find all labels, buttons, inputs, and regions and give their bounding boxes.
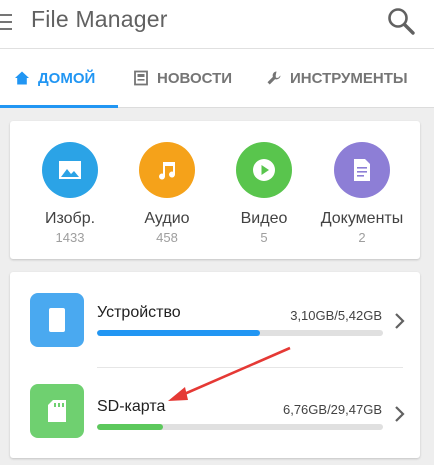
home-icon: [15, 71, 29, 85]
category-audio[interactable]: Аудио 458: [117, 121, 217, 245]
category-documents-label: Документы: [320, 210, 404, 227]
tab-news[interactable]: НОВОСТИ: [133, 49, 232, 107]
active-tab-indicator: [0, 105, 118, 108]
image-icon: [59, 161, 81, 179]
category-documents-circle: [334, 142, 390, 198]
news-icon: [134, 70, 148, 86]
storage-sd-card-name: SD-карта: [97, 398, 166, 415]
music-note-icon: [159, 162, 176, 180]
storage-sd-card[interactable]: SD-карта 6,76GB/29,47GB: [10, 368, 420, 458]
category-images-count: 1433: [55, 230, 85, 245]
tab-news-label: НОВОСТИ: [157, 69, 233, 87]
wrench-icon: [267, 71, 281, 85]
storage-device-bar: [97, 330, 383, 336]
category-images-label: Изобр.: [44, 210, 96, 227]
chevron-right-icon: [395, 313, 405, 329]
app-title: File Manager: [31, 6, 168, 32]
storage-sd-card-size: 6,76GB/29,47GB: [282, 402, 382, 417]
storage-device-name: Устройство: [97, 304, 181, 321]
storage-device[interactable]: Устройство 3,10GB/5,42GB: [10, 272, 420, 362]
tab-bar: ДОМОЙ НОВОСТИ ИНСТРУМЕНТЫ: [0, 49, 434, 108]
tab-home-label: ДОМОЙ: [38, 69, 96, 87]
sd-card-icon: [48, 400, 66, 422]
categories-card: Изобр. 1433 Аудио 458 Видео 5 Документы …: [10, 121, 420, 259]
storage-card: Устройство 3,10GB/5,42GB SD-карта 6,76GB…: [10, 272, 420, 458]
chevron-right-icon: [395, 406, 405, 422]
tab-tools[interactable]: ИНСТРУМЕНТЫ: [266, 49, 408, 107]
category-images-circle: [42, 142, 98, 198]
search-icon[interactable]: [386, 6, 416, 36]
storage-sd-card-bar-fill: [97, 424, 163, 430]
play-icon: [253, 159, 275, 181]
category-documents[interactable]: Документы 2: [312, 121, 412, 245]
phone-icon: [49, 308, 65, 332]
app-bar: File Manager: [0, 0, 434, 49]
category-video-count: 5: [260, 230, 268, 245]
storage-sd-card-tile: [30, 384, 84, 438]
storage-device-tile: [30, 293, 84, 347]
storage-device-size: 3,10GB/5,42GB: [290, 308, 382, 323]
category-audio-circle: [139, 142, 195, 198]
tab-home[interactable]: ДОМОЙ: [14, 49, 95, 107]
storage-device-bar-fill: [97, 330, 261, 336]
category-audio-label: Аудио: [144, 210, 190, 227]
category-audio-count: 458: [156, 230, 178, 245]
tab-tools-label: ИНСТРУМЕНТЫ: [290, 69, 408, 87]
category-images[interactable]: Изобр. 1433: [20, 121, 120, 245]
storage-sd-card-bar: [97, 424, 383, 430]
document-icon: [354, 159, 370, 181]
category-video-circle: [236, 142, 292, 198]
category-video-label: Видео: [240, 210, 288, 227]
category-documents-count: 2: [358, 230, 366, 245]
menu-icon[interactable]: [0, 14, 12, 32]
category-video[interactable]: Видео 5: [214, 121, 314, 245]
